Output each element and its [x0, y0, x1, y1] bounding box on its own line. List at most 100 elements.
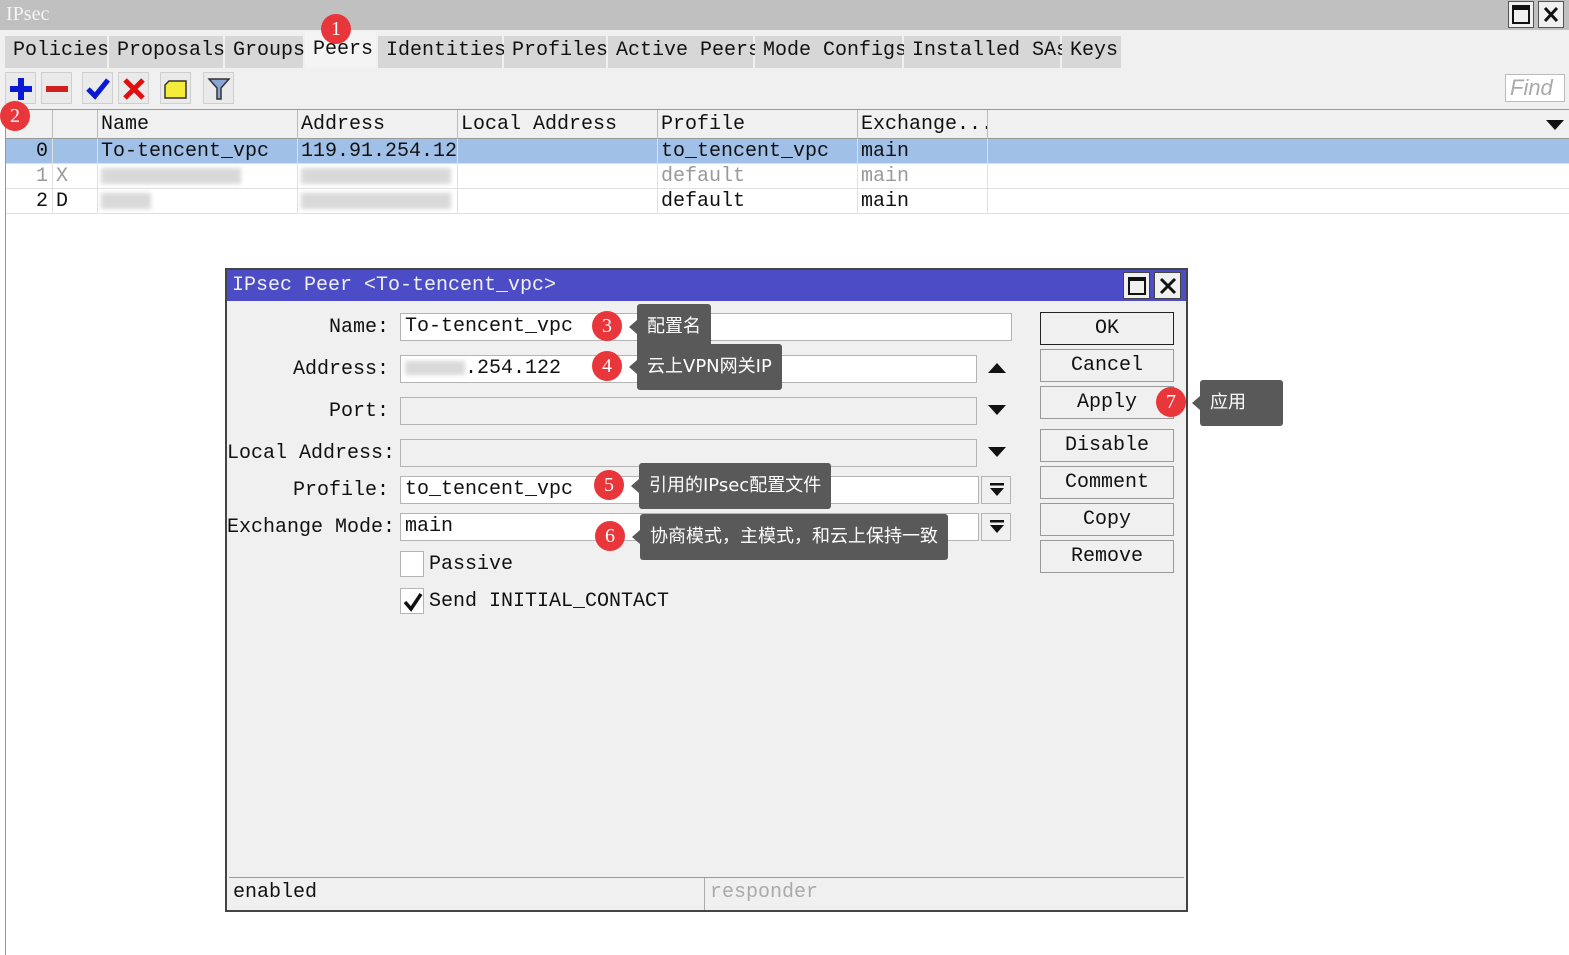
- local-address-label: Local Address:: [227, 442, 396, 465]
- annotation-callout-7: 应用: [1192, 380, 1283, 426]
- annotation-callout-5: 引用的IPsec配置文件: [630, 463, 832, 509]
- row-exchange-mode: main: [858, 189, 988, 214]
- tab-identities[interactable]: Identities: [378, 36, 506, 68]
- dialog-title: IPsec Peer <To-tencent_vpc>: [232, 274, 557, 297]
- cancel-button[interactable]: Cancel: [1040, 349, 1174, 382]
- annotation-badge-7: 7: [1156, 387, 1186, 417]
- annotation-badge-6: 6: [595, 521, 625, 551]
- note-icon: [164, 80, 187, 99]
- dialog-statusbar: enabled responder: [229, 877, 1184, 910]
- row-address-redacted: [298, 164, 458, 189]
- status-enabled: enabled: [229, 878, 705, 910]
- exchange-mode-dropdown-button[interactable]: [981, 513, 1011, 541]
- comment-button[interactable]: [160, 72, 191, 104]
- send-initial-contact-checkbox[interactable]: [400, 588, 424, 614]
- checkmark-icon: [403, 593, 423, 612]
- table-row[interactable]: 2 D default main: [6, 189, 1569, 214]
- disable-button[interactable]: [118, 72, 149, 104]
- col-profile[interactable]: Profile: [658, 110, 858, 139]
- table-row[interactable]: 1 X default main: [6, 164, 1569, 189]
- dialog-titlebar[interactable]: IPsec Peer <To-tencent_vpc>: [227, 270, 1186, 301]
- passive-checkbox[interactable]: [400, 551, 424, 577]
- collapse-up-icon[interactable]: [987, 362, 1007, 374]
- find-input[interactable]: Find: [1505, 74, 1565, 102]
- annotation-badge-3: 3: [592, 311, 622, 341]
- annotation-callout-6: 协商模式，主模式，和云上保持一致: [632, 514, 948, 560]
- dropdown-icon: [990, 483, 1004, 496]
- maximize-icon: [1128, 277, 1146, 295]
- passive-label: Passive: [429, 553, 514, 576]
- dropdown-icon: [990, 520, 1004, 533]
- row-number: 0: [6, 139, 53, 164]
- tab-proposals[interactable]: Proposals: [109, 36, 225, 68]
- tab-policies[interactable]: Policies: [5, 36, 109, 68]
- tab-bar: Policies Proposals Groups Peers Identiti…: [0, 30, 1569, 68]
- copy-button[interactable]: Copy: [1040, 503, 1174, 536]
- row-name: To-tencent_vpc: [98, 139, 298, 164]
- plus-icon: [10, 78, 32, 100]
- col-flag[interactable]: [53, 110, 98, 139]
- col-address[interactable]: Address: [298, 110, 458, 139]
- checkmark-icon: [86, 78, 110, 100]
- row-local-address: [458, 189, 658, 214]
- expand-down-icon[interactable]: [987, 446, 1007, 458]
- dialog-maximize-button[interactable]: [1123, 272, 1150, 299]
- row-name-redacted: [98, 164, 298, 189]
- close-button[interactable]: [1538, 1, 1564, 28]
- dialog-close-button[interactable]: [1154, 272, 1181, 299]
- row-address-redacted: [298, 189, 458, 214]
- exchange-mode-label: Exchange Mode:: [227, 516, 396, 539]
- annotation-badge-4: 4: [592, 351, 622, 381]
- port-field[interactable]: [400, 397, 977, 425]
- annotation-badge-5: 5: [594, 470, 624, 500]
- col-name[interactable]: Name: [98, 110, 298, 139]
- row-profile: default: [658, 164, 858, 189]
- tab-installed-sas[interactable]: Installed SAs: [904, 36, 1068, 68]
- enable-button[interactable]: [82, 72, 113, 104]
- col-exchange-mode[interactable]: Exchange...: [858, 110, 988, 139]
- name-label: Name:: [328, 316, 389, 339]
- table-header: # Name Address Local Address Profile Exc…: [6, 110, 1569, 139]
- row-flag: D: [53, 189, 98, 214]
- row-local-address: [458, 164, 658, 189]
- column-menu-icon[interactable]: [1545, 118, 1565, 132]
- address-label: Address:: [292, 358, 389, 381]
- row-flag: X: [53, 164, 98, 189]
- tab-keys[interactable]: Keys: [1062, 36, 1122, 68]
- row-address: 119.91.254.122: [298, 139, 458, 164]
- annotation-badge-2: 2: [0, 101, 30, 131]
- close-icon: [1159, 277, 1177, 295]
- window-title: IPsec: [6, 3, 50, 25]
- tab-active-peers[interactable]: Active Peers: [608, 36, 760, 68]
- col-local-address[interactable]: Local Address: [458, 110, 658, 139]
- profile-dropdown-button[interactable]: [981, 476, 1011, 504]
- expand-down-icon[interactable]: [987, 404, 1007, 416]
- row-exchange-mode: main: [858, 139, 988, 164]
- status-responder: responder: [710, 881, 819, 904]
- remove-button[interactable]: [41, 72, 72, 104]
- filter-icon: [207, 78, 231, 100]
- tab-profiles[interactable]: Profiles: [504, 36, 608, 68]
- filter-button[interactable]: [203, 72, 234, 104]
- close-icon: [1543, 6, 1559, 23]
- comment-button[interactable]: Comment: [1040, 466, 1174, 499]
- row-number: 2: [6, 189, 53, 214]
- add-button[interactable]: [5, 72, 36, 104]
- table-row[interactable]: 0 To-tencent_vpc 119.91.254.122 to_tence…: [6, 139, 1569, 164]
- tab-groups[interactable]: Groups: [225, 36, 305, 68]
- row-local-address: [458, 139, 658, 164]
- row-flag: [53, 139, 98, 164]
- port-label: Port:: [328, 400, 389, 423]
- row-exchange-mode: main: [858, 164, 988, 189]
- window-titlebar: IPsec: [0, 0, 1569, 30]
- tab-mode-configs[interactable]: Mode Configs: [755, 36, 907, 68]
- disable-button[interactable]: Disable: [1040, 429, 1174, 462]
- apply-button[interactable]: Apply: [1040, 386, 1174, 419]
- row-profile: to_tencent_vpc: [658, 139, 858, 164]
- ok-button[interactable]: OK: [1040, 312, 1174, 345]
- annotation-badge-1: 1: [321, 14, 351, 44]
- minus-icon: [46, 86, 68, 92]
- maximize-button[interactable]: [1508, 1, 1534, 28]
- send-initial-contact-label: Send INITIAL_CONTACT: [429, 590, 670, 613]
- remove-button[interactable]: Remove: [1040, 540, 1174, 573]
